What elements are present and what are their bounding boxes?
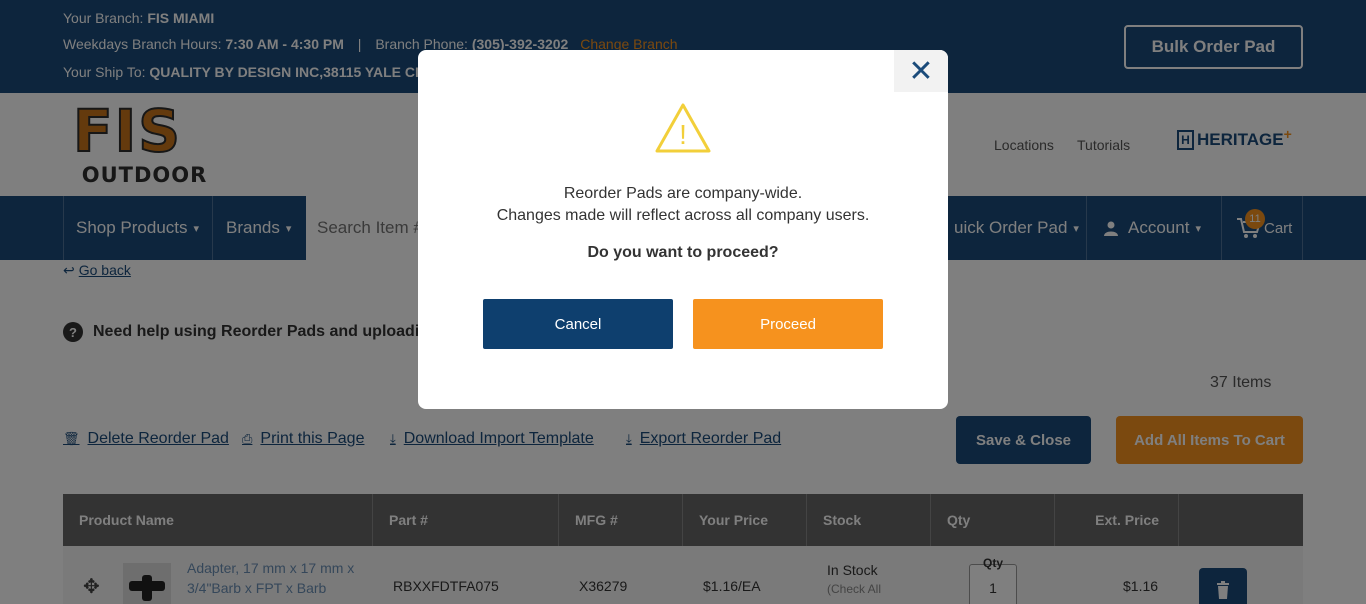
dialog-message-line-1: Reorder Pads are company-wide. (563, 185, 803, 202)
confirm-dialog: ✕ ! Reorder Pads are company-wide. Chang… (418, 50, 948, 409)
warning-icon: ! (654, 102, 712, 154)
cancel-button[interactable]: Cancel (483, 299, 673, 349)
proceed-button[interactable]: Proceed (693, 299, 883, 349)
close-icon: ✕ (908, 54, 934, 88)
svg-text:!: ! (679, 119, 687, 150)
dialog-message-line-2: Changes made will reflect across all com… (496, 207, 870, 224)
close-button[interactable]: ✕ (894, 50, 948, 92)
dialog-question: Do you want to proceed? (587, 244, 779, 261)
